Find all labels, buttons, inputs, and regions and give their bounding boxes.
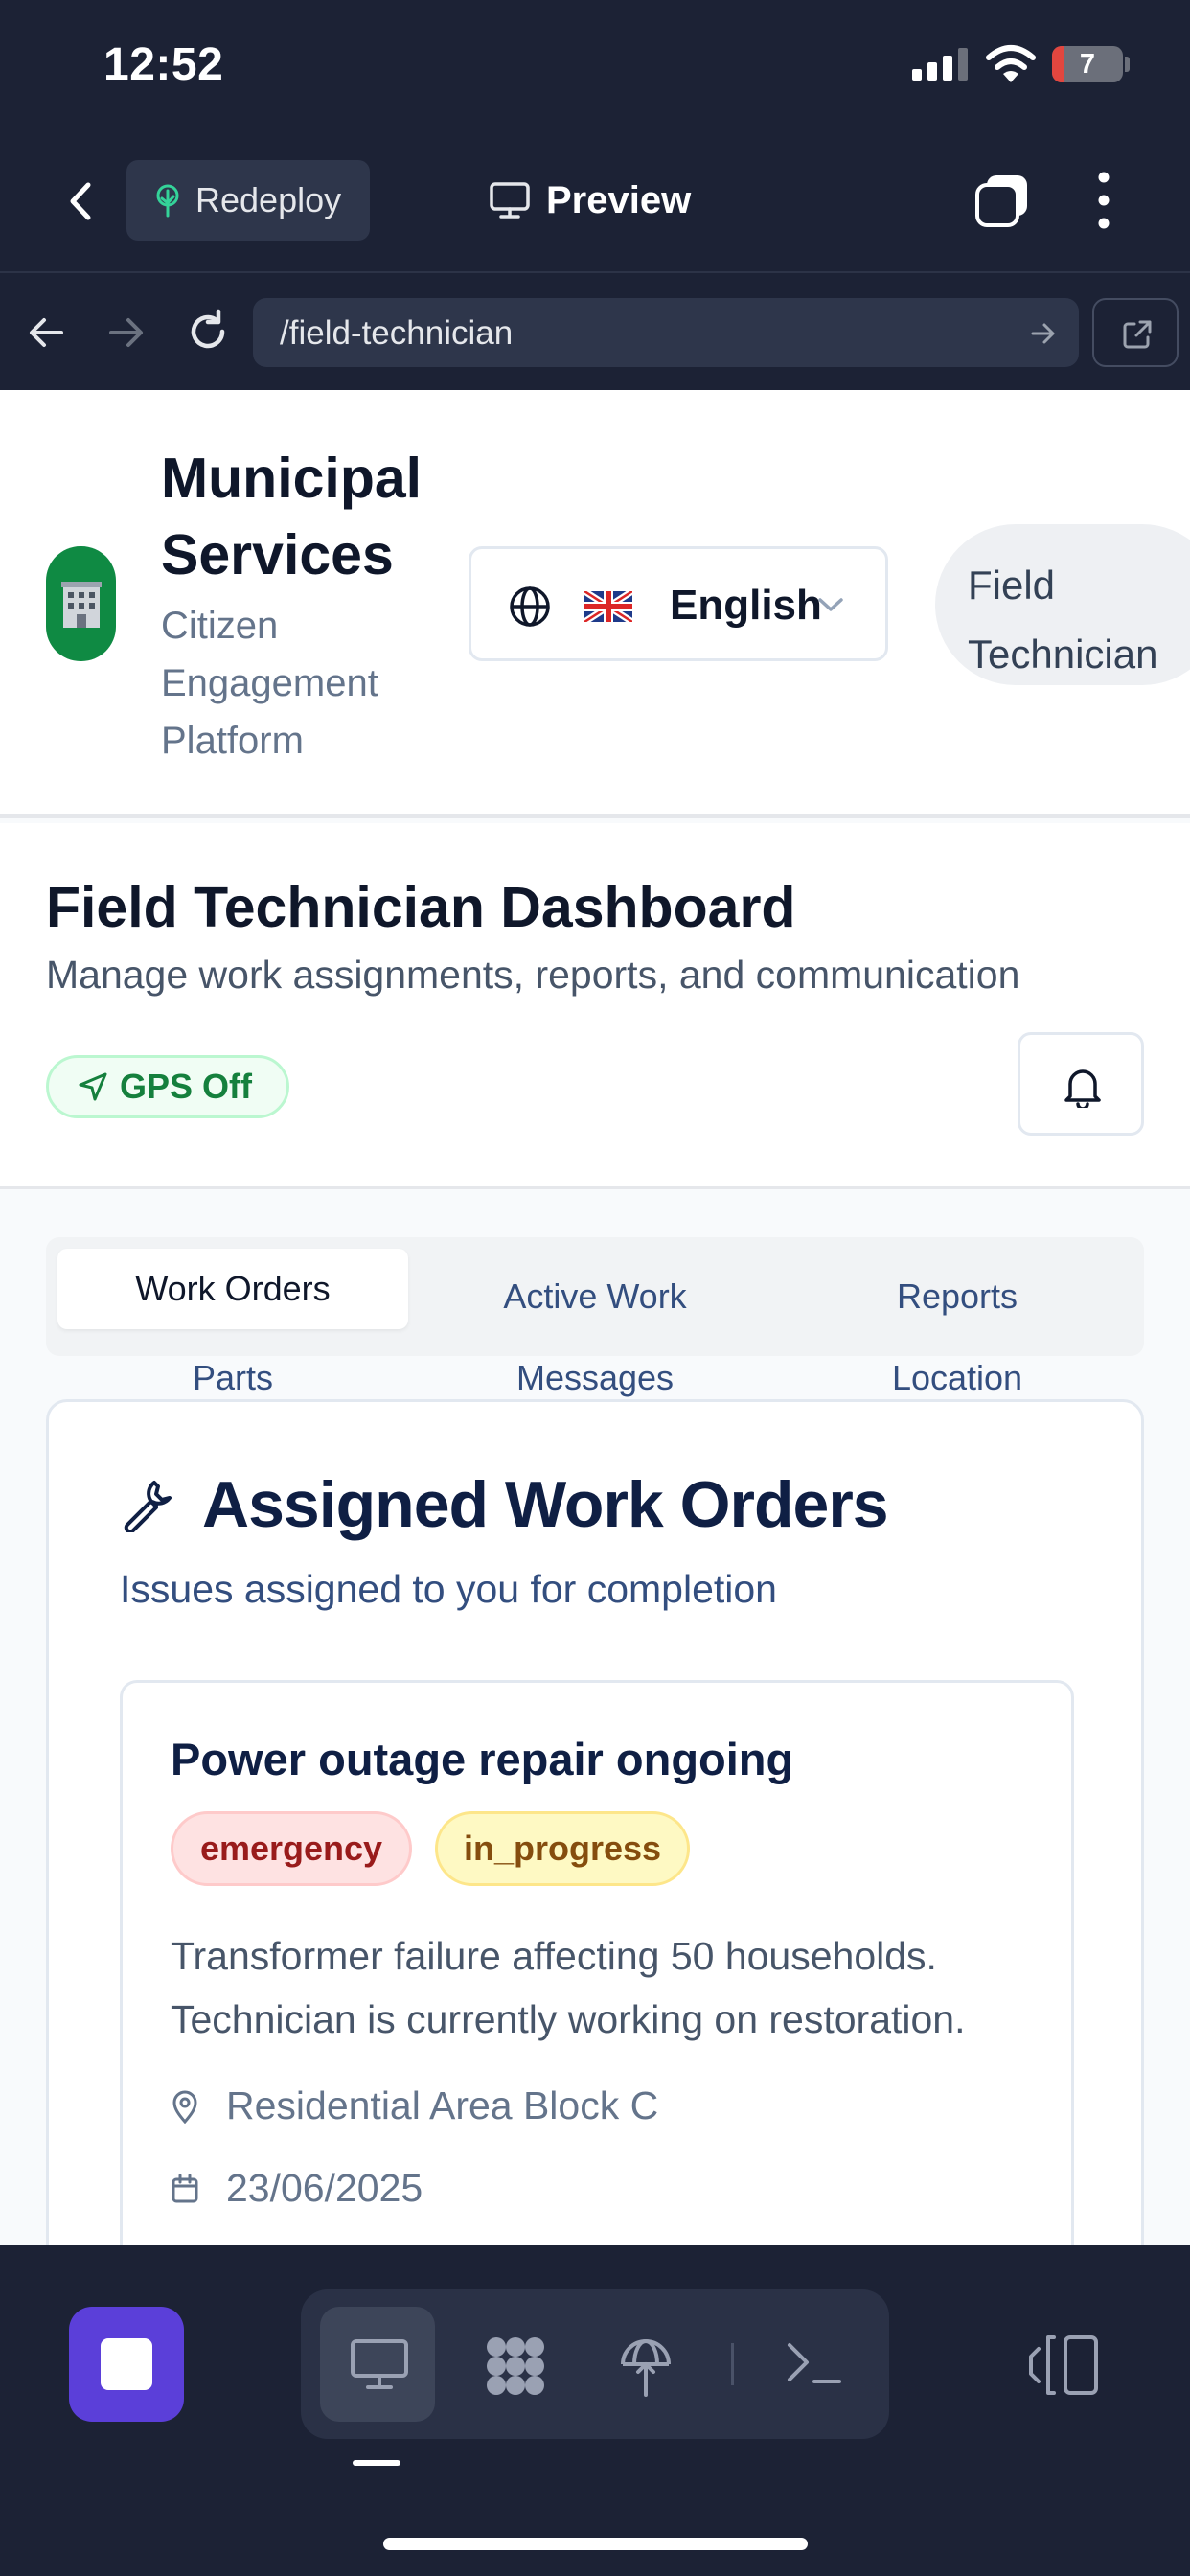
tree-icon xyxy=(156,184,179,218)
work-order-description: Transformer failure affecting 50 househo… xyxy=(171,1934,966,2041)
uk-flag-icon xyxy=(584,591,632,622)
page-subtitle: Manage work assignments, reports, and co… xyxy=(46,953,1020,997)
navigation-icon xyxy=(79,1072,107,1101)
arrow-right-icon[interactable] xyxy=(1029,319,1058,348)
reload-icon[interactable] xyxy=(184,308,232,356)
app-toolbar: Redeploy Preview xyxy=(0,129,1190,273)
role-badge: Field Technician xyxy=(935,524,1190,685)
card-subtitle: Issues assigned to you for completion xyxy=(120,1567,777,1611)
monitor-icon xyxy=(351,2339,408,2389)
preview-label: Preview xyxy=(546,178,692,221)
open-external-button[interactable] xyxy=(1092,298,1179,367)
tab-work-orders[interactable]: Work Orders xyxy=(57,1249,408,1329)
apps-icon xyxy=(487,2337,544,2395)
battery-level: 7 xyxy=(1079,49,1096,80)
globe-icon xyxy=(510,586,550,627)
tab-list: Work Orders Active Work Reports xyxy=(46,1237,1144,1356)
status-time: 12:52 xyxy=(103,39,224,90)
browser-bar: /field-technician xyxy=(0,273,1190,390)
work-order-title: Power outage repair ongoing xyxy=(171,1734,794,1784)
chevron-down-icon xyxy=(818,598,843,611)
brand-title: Municipal Services xyxy=(161,447,423,586)
preview-tool-button[interactable] xyxy=(320,2307,435,2422)
tab-messages[interactable]: Messages xyxy=(420,1358,770,1398)
status-bar: 12:52 7 xyxy=(0,0,1190,129)
map-pin-icon xyxy=(172,2090,197,2124)
arrow-right-icon[interactable] xyxy=(105,311,148,354)
tab-active-work[interactable]: Active Work xyxy=(420,1237,770,1356)
active-tool-indicator xyxy=(353,2460,400,2466)
building-icon xyxy=(46,546,116,661)
tab-reports[interactable]: Reports xyxy=(782,1237,1133,1356)
chevron-left-icon[interactable] xyxy=(57,177,105,225)
brand-subtitle: Citizen Engagement Platform xyxy=(161,605,378,762)
redeploy-label: Redeploy xyxy=(195,180,342,219)
tab-location[interactable]: Location xyxy=(782,1358,1133,1398)
work-order-item[interactable]: Power outage repair ongoing emergency in… xyxy=(120,1680,1074,2245)
status-badge: in_progress xyxy=(435,1811,690,1886)
more-vertical-icon[interactable] xyxy=(1087,170,1121,231)
wifi-icon xyxy=(986,45,1036,82)
monitor-icon xyxy=(490,182,530,218)
terminal-tool-button[interactable] xyxy=(755,2307,870,2422)
site-header: Municipal Services Citizen Engagement Pl… xyxy=(0,390,1190,818)
bottom-dock xyxy=(0,2245,1190,2576)
url-input[interactable]: /field-technician xyxy=(253,298,1079,367)
priority-badge: emergency xyxy=(171,1811,412,1886)
terminal-icon xyxy=(788,2343,841,2383)
dock-separator xyxy=(731,2343,734,2385)
work-order-date: 23/06/2025 xyxy=(171,2166,423,2211)
dock-tools xyxy=(301,2289,889,2439)
gps-label: GPS Off xyxy=(120,1067,253,1106)
deploy-tool-button[interactable] xyxy=(588,2307,703,2422)
arrow-left-icon[interactable] xyxy=(25,311,67,354)
apps-tool-button[interactable] xyxy=(456,2307,571,2422)
card-title: Assigned Work Orders xyxy=(202,1468,889,1541)
web-viewport: Municipal Services Citizen Engagement Pl… xyxy=(0,390,1190,2245)
stop-button[interactable] xyxy=(69,2307,184,2422)
url-text: /field-technician xyxy=(280,314,514,352)
signal-icon xyxy=(912,48,968,80)
battery-icon: 7 xyxy=(1052,46,1123,82)
gps-status-badge[interactable]: GPS Off xyxy=(46,1055,289,1118)
deploy-icon xyxy=(621,2339,671,2397)
tabs-icon[interactable] xyxy=(973,172,1031,229)
language-select[interactable]: English xyxy=(469,546,888,661)
work-order-location: Residential Area Block C xyxy=(171,2083,658,2128)
preview-title: Preview xyxy=(489,173,691,227)
card-header: Assigned Work Orders xyxy=(120,1467,889,1542)
role-label: Field Technician xyxy=(968,563,1158,677)
tab-parts[interactable]: Parts xyxy=(57,1358,408,1398)
date-text: 23/06/2025 xyxy=(226,2166,423,2210)
home-indicator xyxy=(383,2538,808,2550)
redeploy-button[interactable]: Redeploy xyxy=(126,160,370,241)
bell-icon xyxy=(1064,1070,1101,1108)
page-title: Field Technician Dashboard xyxy=(46,876,796,939)
location-text: Residential Area Block C xyxy=(226,2083,659,2128)
panel-icon[interactable] xyxy=(1027,2334,1100,2397)
wrench-icon xyxy=(124,1481,172,1532)
external-link-icon xyxy=(1123,320,1152,349)
calendar-icon xyxy=(172,2174,198,2202)
dashboard-header: Field Technician Dashboard Manage work a… xyxy=(0,823,1190,1189)
language-label: English xyxy=(670,582,822,629)
work-orders-card: Assigned Work Orders Issues assigned to … xyxy=(46,1399,1144,2245)
notifications-button[interactable] xyxy=(1018,1032,1144,1136)
stop-icon xyxy=(101,2338,152,2390)
